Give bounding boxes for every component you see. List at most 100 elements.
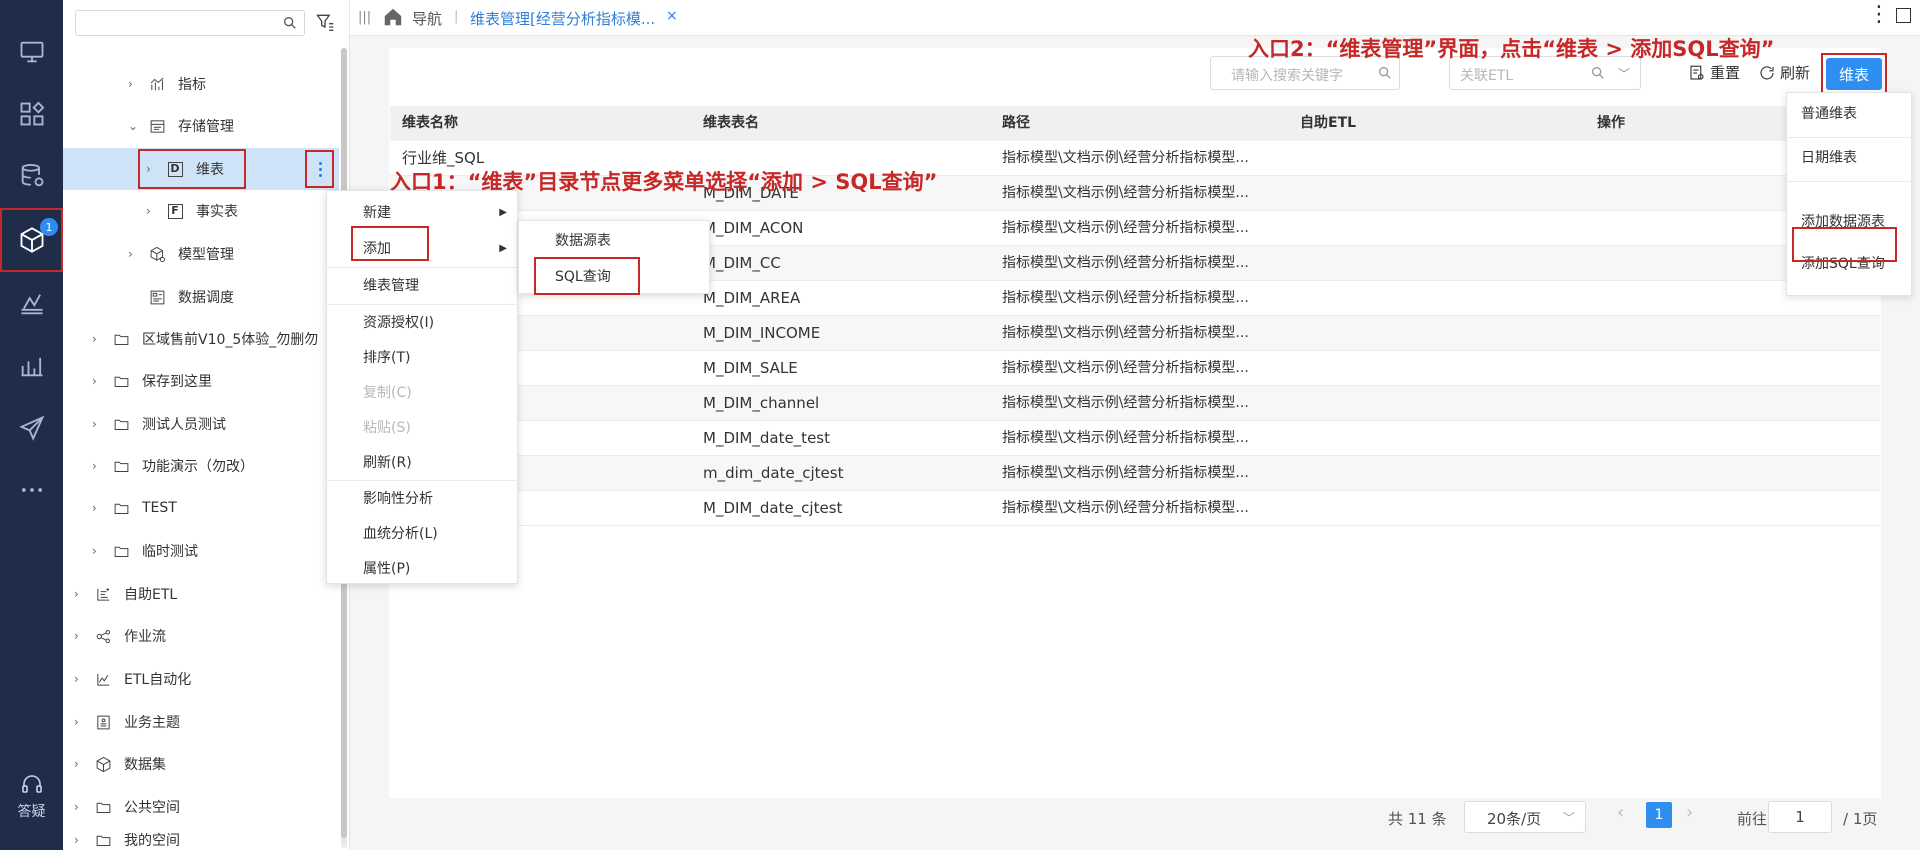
table-row[interactable]: M_DIM_channel 指标模型\文档示例\经营分析指标模型... (390, 386, 1880, 421)
dim-table-name-cell: M_DIM_CC (703, 254, 781, 272)
flow-icon (94, 627, 112, 645)
folder-icon (94, 831, 112, 849)
tree-node-facttable[interactable]: › F 事实表 (146, 193, 238, 229)
tree-folder-1[interactable]: › 区域售前V10_5体验_勿删勿 (92, 321, 318, 357)
path-cell: 指标模型\文档示例\经营分析指标模型... (1002, 220, 1249, 236)
dim-table-name-cell: m_dim_date_cjtest (703, 464, 844, 482)
tab-nav[interactable]: 导航 (412, 8, 442, 29)
tree-node-dataset[interactable]: › 数据集 (74, 746, 166, 782)
monitor-icon[interactable] (0, 22, 63, 82)
tree-folder-5[interactable]: › TEST (92, 490, 177, 526)
topic-icon (94, 713, 112, 731)
path-cell: 指标模型\文档示例\经营分析指标模型... (1002, 360, 1249, 376)
tab-close-icon[interactable]: × (666, 8, 678, 24)
dropdown-normal-dim[interactable]: 普通维表 (1787, 93, 1913, 133)
menu-item-impact[interactable]: 影响性分析 (327, 481, 519, 515)
path-cell: 指标模型\文档示例\经营分析指标模型... (1002, 465, 1249, 481)
refresh-icon (1760, 65, 1774, 79)
path-cell: 指标模型\文档示例\经营分析指标模型... (1002, 150, 1249, 166)
menu-item-lineage[interactable]: 血统分析(L) (327, 516, 519, 550)
tree-node-etl[interactable]: › 自助ETL (74, 576, 177, 612)
filter-icon[interactable] (315, 12, 335, 32)
menu-item-dim-manage[interactable]: 维表管理 (327, 268, 519, 302)
headset-icon (21, 775, 42, 793)
bar-chart-icon[interactable] (0, 336, 63, 396)
dim-type-dropdown: 普通维表 日期维表 添加数据源表 添加SQL查询 (1786, 92, 1913, 296)
dim-table-name-cell: M_DIM_SALE (703, 359, 798, 377)
chevron-right-icon: ▶ (499, 206, 507, 218)
tree-folder-6[interactable]: › 临时测试 (92, 533, 198, 569)
tree-node-schedule[interactable]: 数据调度 (128, 279, 234, 315)
table-row[interactable]: M_DIM_INCOME 指标模型\文档示例\经营分析指标模型... (390, 316, 1880, 351)
refresh-button[interactable]: 刷新 (1758, 62, 1810, 83)
help-button[interactable]: 答疑 (0, 773, 63, 833)
table-header: 维表名称 维表表名 路径 自助ETL 操作 (390, 106, 1880, 141)
submenu-source-table[interactable]: 数据源表 (519, 223, 709, 257)
annotation-entry-2: 入口2：“维表管理”界面，点击“维表 > 添加SQL查询” (1248, 37, 1775, 61)
dim-table-name-cell: M_DIM_date_test (703, 429, 830, 447)
table-row[interactable]: M_DIM_SALE 指标模型\文档示例\经营分析指标模型... (390, 351, 1880, 386)
more-vertical-icon[interactable] (313, 154, 327, 184)
tree-search-input[interactable] (75, 10, 305, 36)
goto-page-input[interactable]: 1 (1768, 801, 1832, 833)
dim-table-name-cell: M_DIM_INCOME (703, 324, 821, 342)
tree-node-mine[interactable]: › 我的空间 (74, 830, 180, 850)
database-settings-icon[interactable] (0, 146, 63, 206)
tree-node-model[interactable]: › 模型管理 (128, 236, 234, 272)
tree-node-storage[interactable]: ⌄ 存储管理 (128, 108, 234, 144)
folder-icon (112, 542, 130, 560)
home-icon[interactable] (382, 6, 404, 28)
cube-icon[interactable]: 1 (0, 208, 63, 272)
analysis-icon[interactable] (0, 274, 63, 334)
tree-node-etlauto[interactable]: › ETL自动化 (74, 661, 191, 697)
tree-node-indicator[interactable]: › 指标 (128, 66, 206, 102)
more-icon[interactable] (0, 460, 63, 520)
tab-bar: ||| 导航 | 维表管理[经营分析指标模... × ⋮ (350, 0, 1920, 36)
chevron-down-icon: ﹀ (1562, 811, 1575, 825)
reset-button[interactable]: 重置 (1688, 62, 1740, 83)
collapse-icon[interactable]: ||| (358, 10, 371, 25)
dropdown-date-dim[interactable]: 日期维表 (1787, 137, 1913, 177)
folder-icon (112, 372, 130, 390)
chevron-down-icon: ﹀ (1617, 67, 1630, 81)
storage-icon (148, 117, 166, 135)
schedule-icon (148, 288, 166, 306)
menu-item-refresh[interactable]: 刷新(R) (327, 445, 519, 479)
tree-node-flow[interactable]: › 作业流 (74, 618, 166, 654)
folder-icon (112, 415, 130, 433)
menu-item-props[interactable]: 属性(P) (327, 551, 519, 585)
maximize-icon[interactable] (1896, 8, 1911, 23)
table-row[interactable]: 表M_DIM_date_test指标模型\文档示例\经营分析指标模型... (390, 421, 1880, 456)
tree-node-public[interactable]: › 公共空间 (74, 789, 180, 825)
page-size-select[interactable]: 20条/页 ﹀ (1464, 801, 1586, 833)
path-cell: 指标模型\文档示例\经营分析指标模型... (1002, 395, 1249, 411)
page-1-button[interactable]: 1 (1646, 802, 1672, 828)
next-page-icon[interactable]: › (1686, 802, 1693, 823)
menu-item-copy[interactable]: 复制(C) (327, 375, 519, 409)
folder-icon (112, 499, 130, 517)
path-cell: 指标模型\文档示例\经营分析指标模型... (1002, 255, 1249, 271)
prev-page-icon[interactable]: ‹ (1617, 802, 1624, 823)
table-row[interactable]: estm_dim_date_cjtest指标模型\文档示例\经营分析指标模型..… (390, 456, 1880, 491)
chevron-right-icon: ▶ (499, 242, 507, 254)
tree-folder-4[interactable]: › 功能演示（勿改） (92, 448, 254, 484)
path-cell: 指标模型\文档示例\经营分析指标模型... (1002, 500, 1249, 516)
sql-query-highlight (534, 257, 640, 295)
tree-node-topic[interactable]: › 业务主题 (74, 704, 180, 740)
more-vertical-icon[interactable]: ⋮ (1868, 4, 1890, 26)
dim-table-name-cell: M_DIM_channel (703, 394, 820, 412)
menu-item-auth[interactable]: 资源授权(I) (327, 305, 519, 339)
path-cell: 指标模型\文档示例\经营分析指标模型... (1002, 325, 1249, 341)
tree-folder-3[interactable]: › 测试人员测试 (92, 406, 226, 442)
tab-dim-manage[interactable]: 维表管理[经营分析指标模... (470, 8, 655, 29)
tree-folder-2[interactable]: › 保存到这里 (92, 363, 212, 399)
send-icon[interactable] (0, 398, 63, 458)
path-cell: 指标模型\文档示例\经营分析指标模型... (1002, 185, 1249, 201)
menu-item-sort[interactable]: 排序(T) (327, 340, 519, 374)
dataset-icon (94, 755, 112, 773)
add-sql-highlight (1792, 227, 1897, 262)
menu-item-new[interactable]: 新建 ▶ (327, 195, 519, 229)
apps-icon[interactable] (0, 84, 63, 144)
menu-item-paste[interactable]: 粘贴(S) (327, 410, 519, 444)
table-row[interactable]: 表M_DIM_date_cjtest指标模型\文档示例\经营分析指标模型... (390, 491, 1880, 526)
